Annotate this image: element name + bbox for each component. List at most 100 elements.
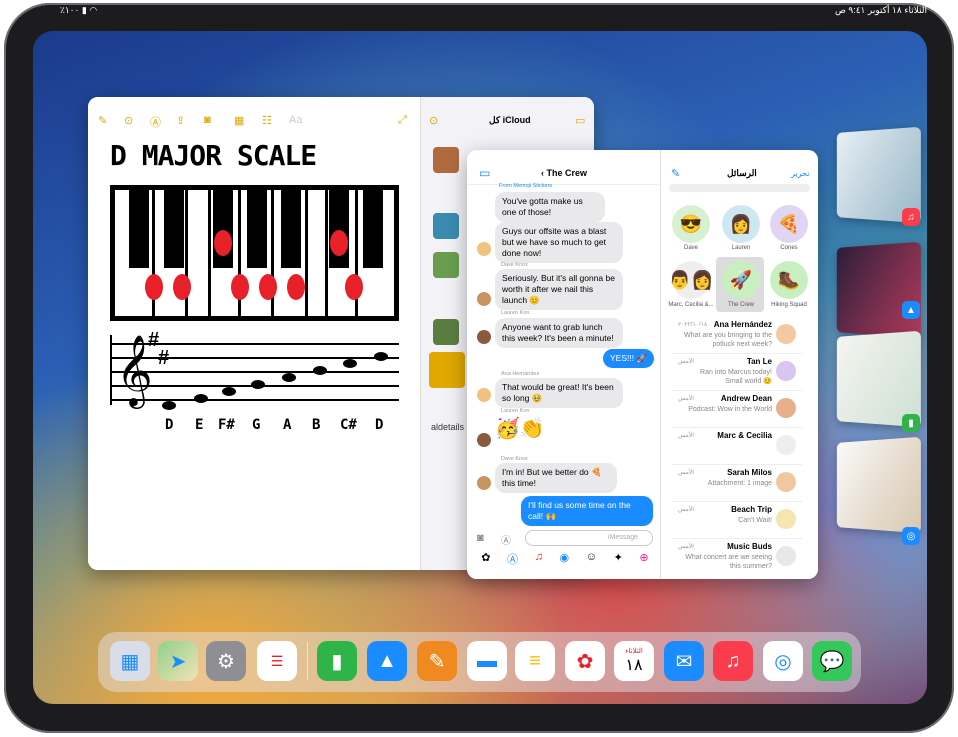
calendar-icon[interactable]: الثلاثاء ١٨	[614, 641, 654, 681]
format-button[interactable]: Aa	[289, 114, 302, 126]
pinned-emoji: 😎	[680, 214, 702, 235]
mail-icon[interactable]: ✉	[664, 641, 704, 681]
music-icon[interactable]: ♫	[713, 641, 753, 681]
note-thumbnail[interactable]	[433, 319, 459, 345]
numbers-icon[interactable]: ▮	[317, 641, 357, 681]
pen-tool-icon[interactable]: Ⓐ	[150, 114, 161, 130]
video-call-icon[interactable]: ▭	[479, 166, 490, 180]
conversation-row[interactable]: الأمس Tan Le Ran into Marcus today! Smal…	[672, 355, 802, 391]
message-bubble-sent[interactable]: YES!!! 🚀	[603, 349, 654, 368]
avatar	[776, 361, 796, 381]
conversation-row[interactable]: الأمس Music Buds What concert are we see…	[672, 540, 802, 576]
search-field[interactable]	[669, 184, 810, 192]
chat-pane[interactable]: ▭ ‹ The Crew From Memoji Stickers You've…	[467, 150, 661, 579]
pinned-name: Lauren	[716, 245, 766, 251]
avatar	[477, 388, 491, 402]
pinned-contact[interactable]: 🍕	[770, 205, 808, 243]
note-name: D	[165, 417, 173, 433]
row-preview: Can't Wait!	[682, 516, 772, 525]
camera-icon[interactable]: ◙	[204, 114, 211, 126]
music-app-icon[interactable]: ♫	[535, 551, 543, 569]
app-library-icon[interactable]: ▦	[110, 641, 150, 681]
reminders-icon[interactable]: ☰	[257, 641, 297, 681]
stage-thumbnail-keynote[interactable]	[837, 242, 921, 339]
notes-editor[interactable]: ✎ ⊙ Ⓐ ⇪ ◙ ▦ ☷ Aa ⤢ D MAJOR SCALE 𝄞 # # D…	[88, 97, 420, 570]
avatar	[477, 242, 491, 256]
note-head	[374, 352, 388, 361]
dock-divider	[307, 642, 308, 680]
note-head	[194, 394, 208, 403]
sidebar-icon[interactable]: ▭	[575, 114, 585, 127]
pages-icon[interactable]: ✎	[417, 641, 457, 681]
files-icon[interactable]: ▬	[467, 641, 507, 681]
sticker-source: From Memoji Stickers	[499, 183, 552, 189]
chat-title[interactable]: ‹ The Crew	[541, 168, 587, 178]
conversation-row[interactable]: ٢٠٢٢/١٠/١٨ Ana Hernández What are you br…	[672, 318, 802, 354]
message-bubble-sent[interactable]: I'll find us some time on the call! 🙌	[521, 496, 653, 526]
note-thumbnail[interactable]	[433, 147, 459, 173]
avatar	[776, 509, 796, 529]
compose-icon[interactable]: ✎	[671, 167, 680, 180]
pinned-contact[interactable]: 👩	[722, 205, 760, 243]
avatar	[477, 433, 491, 447]
pinned-contact[interactable]: 🥾	[770, 261, 808, 299]
more-icon[interactable]: ⊙	[124, 114, 133, 127]
app-drawer[interactable]: ✿ Ⓐ ♫ ◉ ☺ ✦ ⊕	[473, 551, 657, 569]
row-preview: Ran into Marcus today! Small world 😊	[682, 368, 772, 386]
conversation-row[interactable]: الأمس Beach Trip Can't Wait!	[672, 503, 802, 539]
pinned-contact[interactable]: 👨‍👩	[672, 261, 710, 299]
note-item-label[interactable]: aldetails	[431, 422, 464, 432]
message-bubble[interactable]: Anyone want to grab lunch this week? It'…	[495, 318, 623, 348]
memoji-app-icon[interactable]: ☺	[586, 551, 597, 569]
row-name: Marc & Cecilia	[717, 431, 772, 440]
edit-button[interactable]: تحرير	[791, 169, 809, 178]
settings-icon[interactable]: ⚙	[206, 641, 246, 681]
avatar	[776, 324, 796, 344]
message-bubble[interactable]: I'm in! But we better do 🍕 this time!	[495, 463, 617, 493]
photos-icon[interactable]: ✿	[565, 641, 605, 681]
photos-app-icon[interactable]: ✿	[481, 551, 490, 569]
note-thumbnail[interactable]	[433, 252, 459, 278]
emoji-message[interactable]: 🥳👏	[495, 416, 545, 441]
row-name: Sarah Milos	[727, 468, 772, 477]
conversation-row[interactable]: الأمس Sarah Milos Attachment: 1 image	[672, 466, 802, 502]
checklist-icon[interactable]: ☷	[262, 114, 272, 127]
message-bubble[interactable]: That would be great! It's been so long 🥹	[495, 378, 623, 408]
stage-thumbnail-safari[interactable]	[837, 437, 921, 534]
appstore-app-icon[interactable]: Ⓐ	[507, 551, 518, 569]
table-icon[interactable]: ▦	[234, 114, 244, 127]
message-bubble[interactable]: Seriously. But it's all gonna be worth i…	[495, 269, 623, 310]
notes-icon[interactable]: ≡	[515, 641, 555, 681]
appstore-icon[interactable]: Ⓐ	[501, 532, 511, 547]
expand-icon[interactable]: ⤢	[398, 114, 407, 127]
message-bubble[interactable]: You've gotta make us one of those!	[495, 192, 605, 222]
sender-name: Dave Knox	[501, 262, 528, 268]
compose-icon[interactable]: ✎	[98, 114, 107, 127]
conversation-row[interactable]: الأمس Marc & Cecilia	[672, 429, 802, 465]
safari-icon[interactable]: ◎	[763, 641, 803, 681]
search-images-icon[interactable]: ⊕	[639, 551, 648, 569]
row-preview: Attachment: 1 image	[682, 479, 772, 488]
pinned-name: Cones	[764, 245, 814, 251]
pinned-contact[interactable]: 😎	[672, 205, 710, 243]
calendar-date: ١٨	[625, 655, 642, 675]
camera-icon[interactable]: ◙	[477, 532, 484, 544]
pinned-contact[interactable]: 🚀	[722, 261, 760, 299]
sticker-app-icon[interactable]: ✦	[614, 551, 623, 569]
messages-icon[interactable]: 💬	[812, 641, 852, 681]
sender-name: Lauren Kon	[501, 310, 529, 316]
note-thumbnail[interactable]	[433, 213, 459, 239]
row-name: Andrew Dean	[721, 394, 772, 403]
share-icon[interactable]: ⇪	[176, 114, 185, 127]
sender-name: Lauren Kon	[501, 408, 529, 414]
more-icon[interactable]: ⊙	[429, 114, 438, 127]
message-input[interactable]: iMessage	[525, 530, 653, 546]
keynote-icon[interactable]: ▲	[367, 641, 407, 681]
message-bubble[interactable]: Guys our offsite was a blast but we have…	[495, 222, 623, 263]
note-name: F#	[218, 417, 235, 433]
audio-app-icon[interactable]: ◉	[560, 551, 570, 569]
maps-icon[interactable]: ➤	[158, 641, 198, 681]
note-thumbnail-selected[interactable]	[429, 352, 465, 388]
stage-thumbnail-numbers[interactable]	[837, 331, 921, 428]
conversation-row[interactable]: الأمس Andrew Dean Podcast: Wow in the Wo…	[672, 392, 802, 428]
